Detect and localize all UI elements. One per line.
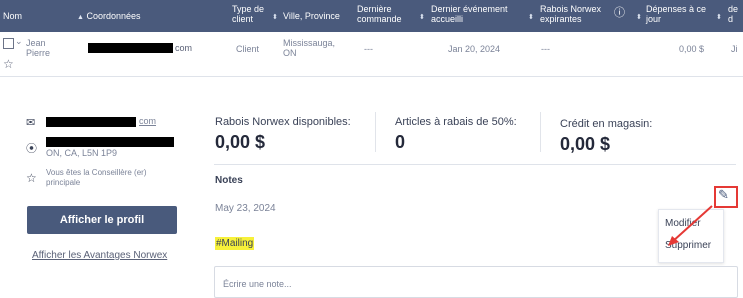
client-type-value: Client bbox=[236, 44, 260, 54]
stat-divider bbox=[375, 112, 376, 152]
redacted-email bbox=[88, 43, 173, 53]
row-divider bbox=[0, 76, 743, 77]
star-icon[interactable]: ☆ bbox=[3, 57, 14, 71]
consultant-note: Vous êtes la Conseillère (er) principale bbox=[46, 168, 147, 187]
column-header-city[interactable]: Ville, Province bbox=[283, 11, 340, 21]
column-header-client-type[interactable]: Type de client bbox=[232, 4, 272, 24]
row-checkbox[interactable] bbox=[3, 38, 14, 49]
sort-icon-expiring[interactable]: ⬍ bbox=[632, 11, 642, 23]
column-header-contact[interactable]: ▲ Coordonnées bbox=[73, 11, 141, 23]
email-suffix: com bbox=[175, 43, 193, 53]
note-date: May 23, 2024 bbox=[215, 203, 276, 214]
sort-icon: ⬍ bbox=[272, 14, 278, 21]
column-header-last-order[interactable]: Dernière commande bbox=[357, 4, 407, 24]
table-header: Nom ▲ Coordonnées Type de client ⬍ Ville… bbox=[0, 0, 743, 32]
sort-icon-order[interactable]: ⬍ bbox=[415, 11, 425, 23]
mail-icon: ✉ bbox=[26, 117, 36, 129]
stat-value-rewards: 0,00 $ bbox=[215, 132, 266, 152]
column-header-extra[interactable]: de d bbox=[728, 4, 742, 24]
column-header-expiring[interactable]: Rabois Norwex expirantes bbox=[540, 4, 620, 24]
redacted-detail-email bbox=[46, 117, 136, 127]
location-icon: ⦿ bbox=[26, 143, 37, 155]
stat-label-rewards: Rabois Norwex disponibles: bbox=[215, 116, 351, 128]
address-value: ON, CA, L5N 1P9 bbox=[46, 148, 118, 158]
redacted-address bbox=[46, 137, 174, 147]
note-placeholder: Écrire une note... bbox=[223, 279, 292, 289]
last-order-value: --- bbox=[364, 44, 373, 54]
column-header-name[interactable]: Nom bbox=[3, 11, 22, 21]
column-header-sort-arrows[interactable]: ⬍ bbox=[268, 11, 278, 23]
stat-value-half-price: 0 bbox=[395, 132, 406, 152]
stat-value-credit: 0,00 $ bbox=[560, 134, 611, 154]
stat-divider bbox=[540, 112, 541, 152]
notes-title: Notes bbox=[215, 175, 243, 186]
view-benefits-link[interactable]: Afficher les Avantages Norwex bbox=[32, 250, 167, 261]
star-outline-icon: ☆ bbox=[26, 171, 37, 185]
last-event-value: Jan 20, 2024 bbox=[448, 44, 501, 54]
info-icon[interactable]: ⓘ bbox=[614, 8, 625, 19]
note-input[interactable]: Écrire une note... bbox=[214, 266, 738, 298]
extra-value: Ji bbox=[731, 44, 738, 54]
sort-icon-spend[interactable]: ⬍ bbox=[712, 11, 722, 23]
column-header-spend[interactable]: Dépenses à ce jour bbox=[646, 4, 708, 24]
section-divider bbox=[214, 164, 736, 165]
stat-label-credit: Crédit en magasin: bbox=[560, 118, 653, 130]
spend-value: 0,00 $ bbox=[679, 44, 705, 54]
view-profile-button[interactable]: Afficher le profil bbox=[27, 206, 177, 234]
stat-label-half-price: Articles à rabais de 50%: bbox=[395, 116, 517, 128]
note-tag: #Mailing bbox=[215, 237, 255, 250]
expand-chevron-icon[interactable]: ⌄ bbox=[15, 36, 23, 47]
contact-name[interactable]: Jean Pierre bbox=[26, 38, 56, 58]
city-value: Mississauga, ON bbox=[283, 38, 336, 58]
sort-icon-event[interactable]: ⬍ bbox=[524, 11, 534, 23]
expiring-value: --- bbox=[541, 44, 550, 54]
column-header-last-event[interactable]: Dernier événement accueilli bbox=[431, 4, 527, 24]
annotation-arrow bbox=[668, 205, 713, 246]
detail-email-suffix[interactable]: com bbox=[139, 116, 156, 126]
